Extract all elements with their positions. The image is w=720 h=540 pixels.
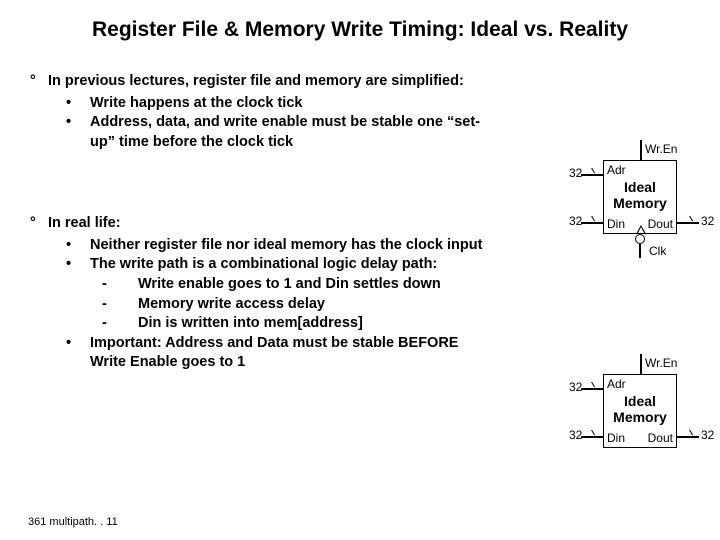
slide-title: Register File & Memory Write Timing: Ide…: [0, 0, 720, 42]
sub-sub-bullet: -Memory write access delay: [120, 295, 498, 315]
slide-number: 361 multipath. . 11: [28, 516, 118, 528]
sub-bullet: •The write path is a combinational logic…: [78, 255, 490, 275]
sub-bullet: •Important: Address and Data must be sta…: [78, 334, 490, 373]
sub-sub-bullet: -Write enable goes to 1 and Din settles …: [120, 275, 498, 295]
sub-bullet: •Write happens at the clock tick: [78, 94, 490, 114]
sub-bullet: •Neither register file nor ideal memory …: [78, 236, 490, 256]
sub-bullet: •Address, data, and write enable must be…: [78, 113, 490, 152]
sub-sub-bullet: -Din is written into mem[address]: [120, 314, 498, 334]
bullet-main-1: °In previous lectures, register file and…: [30, 72, 690, 92]
